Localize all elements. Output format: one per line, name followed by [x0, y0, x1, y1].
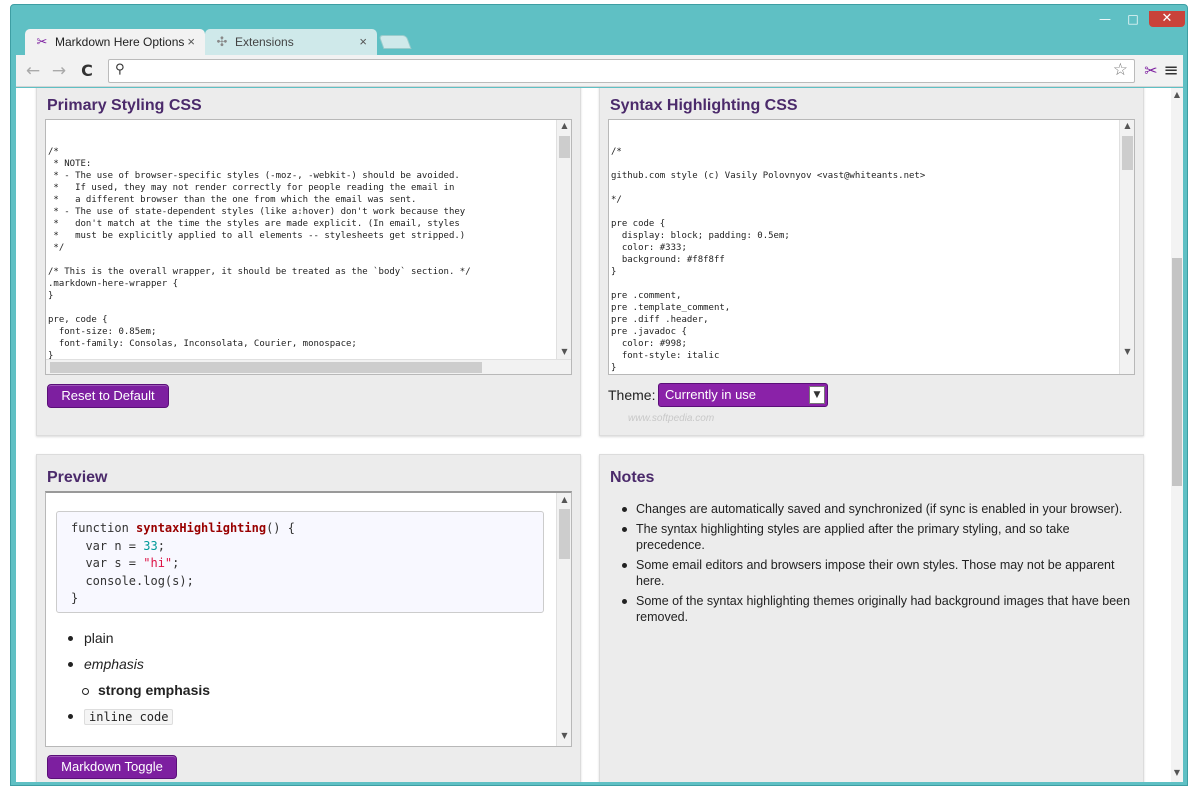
- notes-panel: Notes Changes are automatically saved an…: [599, 454, 1144, 782]
- options-page: Primary Styling CSS /* * NOTE: * - The u…: [16, 88, 1183, 782]
- scroll-up-icon[interactable]: ▲: [1120, 120, 1134, 132]
- puzzle-icon: ✣: [216, 34, 228, 49]
- notes-list: Changes are automatically saved and sync…: [620, 501, 1140, 629]
- theme-selected-value: Currently in use: [665, 387, 757, 402]
- close-window-button[interactable]: ✕: [1149, 11, 1185, 27]
- close-tab-icon[interactable]: ×: [187, 29, 195, 55]
- preview-list: plain emphasis strong emphasis inline co…: [68, 629, 210, 733]
- scroll-up-icon[interactable]: ▲: [557, 495, 571, 504]
- chevron-down-icon: ▼: [809, 386, 825, 404]
- panel-title: Primary Styling CSS: [47, 97, 202, 114]
- search-icon: ⚲: [115, 62, 125, 77]
- tab-extensions[interactable]: ✣ Extensions ×: [205, 29, 377, 55]
- list-item: Some of the syntax highlighting themes o…: [620, 593, 1140, 625]
- tab-title: Markdown Here Options: [55, 35, 185, 49]
- preview-frame: function syntaxHighlighting() { var n = …: [45, 491, 572, 747]
- theme-label: Theme:: [608, 387, 656, 403]
- bookmark-star-icon[interactable]: ☆: [1113, 60, 1128, 80]
- code-text: console.log(s);: [71, 573, 194, 588]
- preview-panel: Preview function syntaxHighlighting() { …: [36, 454, 581, 782]
- scrollbar-thumb[interactable]: [559, 136, 570, 158]
- page-scrollbar[interactable]: ▲ ▼: [1171, 88, 1183, 782]
- vertical-scrollbar[interactable]: ▲ ▼: [556, 120, 571, 360]
- scrollbar-thumb[interactable]: [1172, 258, 1182, 486]
- primary-css-text: /* * NOTE: * - The use of browser-specif…: [48, 147, 471, 361]
- panel-title: Preview: [47, 469, 108, 486]
- list-item: inline code: [68, 707, 210, 733]
- scrollbar-thumb[interactable]: [559, 509, 570, 559]
- scroll-up-icon[interactable]: ▲: [557, 120, 571, 132]
- plain-text: plain: [84, 630, 114, 646]
- watermark: www.softpedia.com: [628, 413, 715, 424]
- code-text: var s =: [71, 556, 144, 570]
- menu-icon[interactable]: ≡: [1160, 60, 1182, 82]
- reload-icon[interactable]: C: [76, 60, 98, 82]
- theme-select[interactable]: Currently in use ▼: [658, 383, 828, 407]
- primary-css-editor[interactable]: /* * NOTE: * - The use of browser-specif…: [45, 119, 572, 375]
- browser-window: — □ ✕ ✂ Markdown Here Options × ✣ Extens…: [10, 4, 1188, 786]
- list-item: strong emphasis: [68, 681, 210, 707]
- code-keyword: function: [71, 521, 137, 535]
- tab-title: Extensions: [235, 35, 294, 49]
- new-tab-button[interactable]: [378, 35, 412, 49]
- code-text: }: [71, 591, 79, 605]
- reset-to-default-button[interactable]: Reset to Default: [47, 384, 169, 408]
- list-item: emphasis: [68, 655, 210, 681]
- primary-css-panel: Primary Styling CSS /* * NOTE: * - The u…: [36, 88, 581, 436]
- code-text: () {: [266, 521, 295, 535]
- vertical-scrollbar[interactable]: ▲ ▼: [556, 493, 571, 746]
- scrollbar-thumb[interactable]: [1122, 136, 1133, 170]
- scroll-down-icon[interactable]: ▼: [1120, 346, 1134, 358]
- maximize-button[interactable]: □: [1121, 11, 1145, 27]
- back-icon[interactable]: ←: [22, 60, 44, 82]
- code-number: 33: [143, 538, 158, 553]
- preview-code-block: function syntaxHighlighting() { var n = …: [56, 511, 544, 613]
- close-tab-icon[interactable]: ×: [359, 29, 367, 55]
- code-text: ;: [172, 556, 180, 570]
- syntax-css-text: /* github.com style (c) Vasily Polovnyov…: [611, 147, 926, 373]
- strong-text: strong emphasis: [98, 682, 211, 698]
- markdown-here-icon: ✂: [36, 34, 48, 49]
- scrollbar-thumb[interactable]: [50, 362, 482, 373]
- minimize-button[interactable]: —: [1093, 11, 1117, 27]
- list-item: The syntax highlighting styles are appli…: [620, 521, 1140, 553]
- scroll-down-icon[interactable]: ▼: [1171, 768, 1183, 777]
- address-input[interactable]: [131, 62, 1091, 80]
- panel-title: Notes: [610, 469, 655, 486]
- forward-icon[interactable]: →: [48, 60, 70, 82]
- markdown-here-extension-icon[interactable]: ✂: [1140, 60, 1162, 82]
- code-text: var n =: [71, 538, 144, 553]
- panel-title: Syntax Highlighting CSS: [610, 97, 798, 114]
- vertical-scrollbar[interactable]: ▲ ▼: [1119, 120, 1134, 374]
- list-item: Changes are automatically saved and sync…: [620, 501, 1140, 517]
- syntax-css-panel: Syntax Highlighting CSS /* github.com st…: [599, 88, 1144, 436]
- markdown-toggle-button[interactable]: Markdown Toggle: [47, 755, 177, 779]
- scroll-down-icon[interactable]: ▼: [557, 731, 571, 740]
- inline-code: inline code: [84, 709, 174, 725]
- address-bar[interactable]: ⚲ ☆: [108, 59, 1135, 83]
- list-item: Some email editors and browsers impose t…: [620, 557, 1140, 589]
- list-item: plain: [68, 629, 210, 655]
- tab-markdown-here-options[interactable]: ✂ Markdown Here Options ×: [25, 29, 205, 55]
- horizontal-scrollbar[interactable]: [46, 359, 571, 374]
- scroll-up-icon[interactable]: ▲: [1171, 90, 1183, 99]
- scroll-down-icon[interactable]: ▼: [557, 346, 571, 358]
- browser-toolbar: ← → C ⚲ ☆ ✂ ≡: [16, 55, 1183, 87]
- syntax-css-editor[interactable]: /* github.com style (c) Vasily Polovnyov…: [608, 119, 1135, 375]
- emphasis-text: emphasis: [84, 656, 144, 672]
- code-string: "hi": [143, 556, 173, 570]
- code-text: ;: [157, 538, 165, 553]
- code-function-name: syntaxHighlighting: [136, 521, 267, 535]
